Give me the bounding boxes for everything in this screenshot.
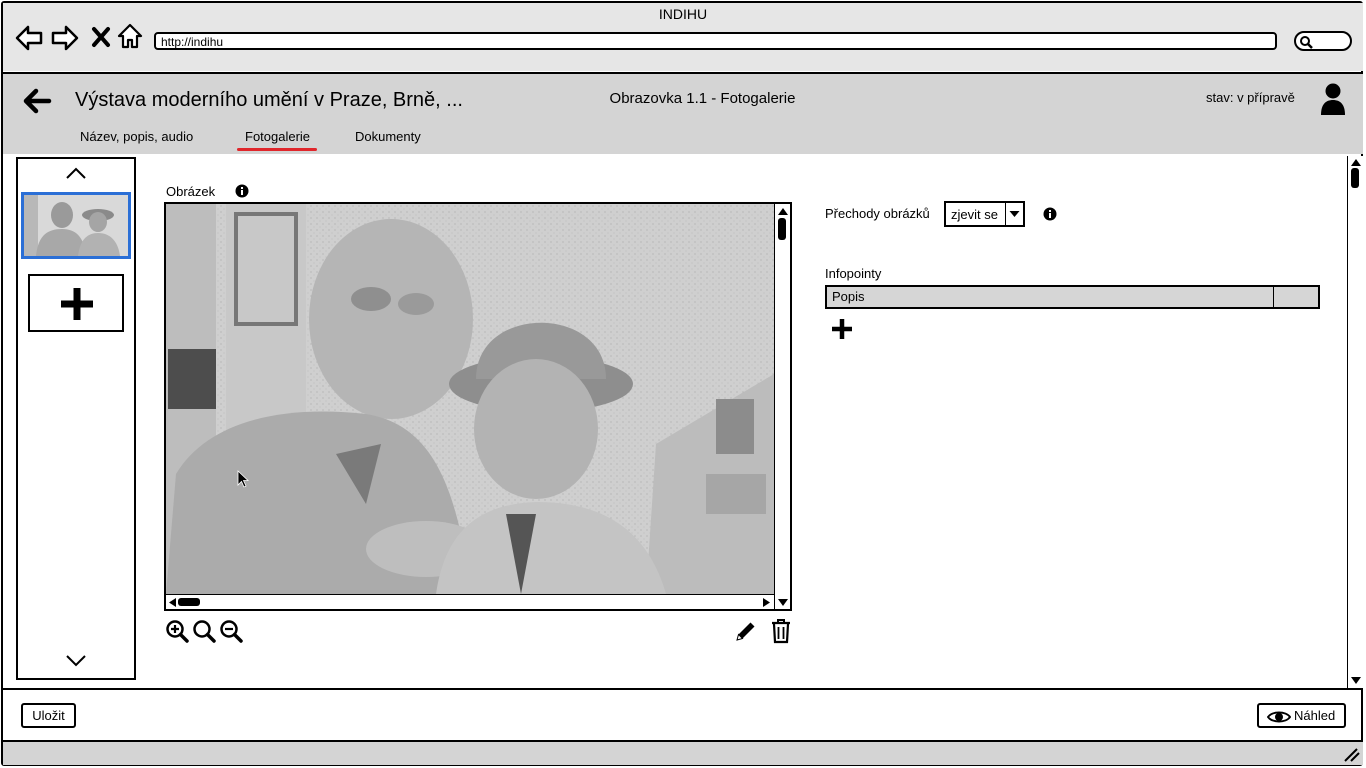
column-divider (1273, 287, 1274, 307)
chevron-down-icon[interactable] (64, 654, 88, 668)
add-infopoint-icon[interactable] (830, 317, 854, 341)
home-icon[interactable] (116, 22, 144, 50)
scroll-up-arrow-icon[interactable] (777, 206, 789, 216)
infopoints-label: Infopointy (825, 266, 882, 281)
scroll-right-arrow-icon[interactable] (762, 597, 772, 608)
photo-thumbnail (24, 195, 128, 256)
transitions-selected-value: zjevit se (951, 207, 998, 222)
zoom-in-icon[interactable] (165, 619, 189, 643)
tab-nazev-popis-audio[interactable]: Název, popis, audio (80, 129, 193, 144)
zoom-reset-icon[interactable] (192, 619, 216, 643)
vertical-scroll-thumb[interactable] (778, 218, 786, 240)
preview-button[interactable]: Náhled (1257, 703, 1346, 728)
vintage-photo (166, 204, 774, 594)
scroll-left-arrow-icon[interactable] (167, 597, 177, 608)
stop-icon[interactable] (88, 24, 116, 52)
chevron-up-icon[interactable] (64, 166, 88, 180)
search-icon (1300, 36, 1313, 49)
scroll-down-arrow-icon[interactable] (1350, 676, 1362, 686)
info-icon[interactable] (235, 184, 249, 198)
screen-name: Obrazovka 1.1 - Fotogalerie (609, 90, 796, 107)
scroll-down-arrow-icon[interactable] (777, 598, 789, 608)
window-title: INDIHU (658, 6, 708, 22)
active-tab-indicator (237, 148, 317, 151)
forward-arrow-icon[interactable] (51, 24, 79, 52)
back-arrow-icon[interactable] (22, 86, 52, 116)
image-thumbnail-selected[interactable] (21, 192, 131, 259)
main-vertical-scrollbar[interactable] (1347, 156, 1363, 689)
horizontal-scroll-thumb[interactable] (178, 598, 200, 606)
tab-fotogalerie[interactable]: Fotogalerie (245, 129, 310, 144)
mouse-cursor-icon (237, 470, 249, 488)
user-icon[interactable] (1320, 82, 1346, 116)
info-icon[interactable] (1043, 207, 1057, 221)
status-text: stav: v přípravě (1206, 90, 1295, 105)
scroll-up-arrow-icon[interactable] (1350, 157, 1362, 167)
tab-dokumenty[interactable]: Dokumenty (355, 129, 421, 144)
zoom-out-icon[interactable] (219, 619, 243, 643)
exhibition-title: Výstava moderního umění v Praze, Brně, .… (75, 89, 463, 111)
dropdown-arrow-icon (1009, 211, 1020, 217)
save-button-label: Uložit (32, 708, 65, 723)
trash-icon[interactable] (769, 618, 793, 644)
transitions-label: Přechody obrázků (825, 206, 930, 221)
pencil-icon[interactable] (734, 619, 758, 643)
back-arrow-icon[interactable] (15, 24, 43, 52)
photo-preview[interactable] (166, 204, 774, 594)
resize-grip-icon[interactable] (1342, 748, 1360, 762)
select-divider (1005, 203, 1006, 225)
save-button[interactable]: Uložit (21, 703, 76, 728)
window-status-bar (3, 740, 1363, 765)
app-header (3, 72, 1363, 154)
url-bar[interactable]: http://indihu (154, 32, 1277, 50)
eye-icon (1267, 711, 1291, 723)
preview-button-label: Náhled (1294, 708, 1336, 723)
table-header-popis: Popis (832, 289, 865, 304)
footer-divider (3, 688, 1363, 690)
add-image-button[interactable] (28, 274, 124, 332)
plus-icon (61, 288, 93, 320)
main-scroll-thumb[interactable] (1351, 168, 1359, 188)
image-label: Obrázek (166, 184, 216, 199)
image-vertical-scrollbar[interactable] (774, 204, 790, 609)
transitions-select[interactable]: zjevit se (944, 201, 1025, 227)
image-horizontal-scrollbar[interactable] (166, 594, 774, 609)
infopoints-table-header: Popis (825, 285, 1320, 309)
browser-search-box[interactable] (1294, 31, 1352, 51)
